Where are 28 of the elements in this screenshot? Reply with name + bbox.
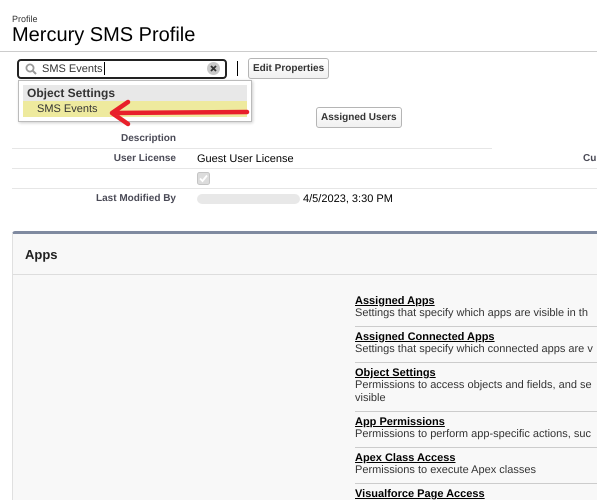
field-label: Last Modified By [96,193,176,204]
dropdown-group-header: Object Settings [23,85,247,101]
settings-link[interactable]: Visualforce Page Access [355,488,485,500]
settings-link[interactable]: Assigned Apps [355,295,435,307]
edit-properties-button[interactable]: Edit Properties [248,58,330,79]
panel-title: Apps [25,247,58,262]
link-description: Settings that specify which apps are visible in th [355,307,589,320]
field-label: User License [114,153,176,164]
search-field[interactable]: SMS Events [17,58,227,78]
settings-link[interactable]: Assigned Connected Apps [355,331,495,343]
search-text: SMS Events [42,62,103,74]
settings-link[interactable]: Object Settings [355,367,436,379]
field-value: Guest User License [197,152,294,164]
field-label: Description [120,133,176,144]
page-title: Mercury SMS Profile [12,24,196,46]
assigned-users-button[interactable]: Assigned Users [316,107,402,128]
field-value: 4/5/2023, 3:30 PM [303,192,393,204]
link-description: Settings that specify which connected apps are v [355,343,594,356]
link-description: Permissions to access objects and fields, and se [355,379,593,392]
field-label: Cu [583,153,596,164]
link-description: visible [355,392,387,405]
link-description: Permissions to perform app-specific actions, suc [355,428,592,441]
link-description: Permissions to execute Apex classes [355,464,537,477]
clear-icon[interactable] [207,62,220,75]
settings-link[interactable]: App Permissions [355,416,445,428]
settings-link[interactable]: Apex Class Access [355,452,456,464]
object-type-label: Profile [12,14,39,24]
search-icon [25,62,37,74]
